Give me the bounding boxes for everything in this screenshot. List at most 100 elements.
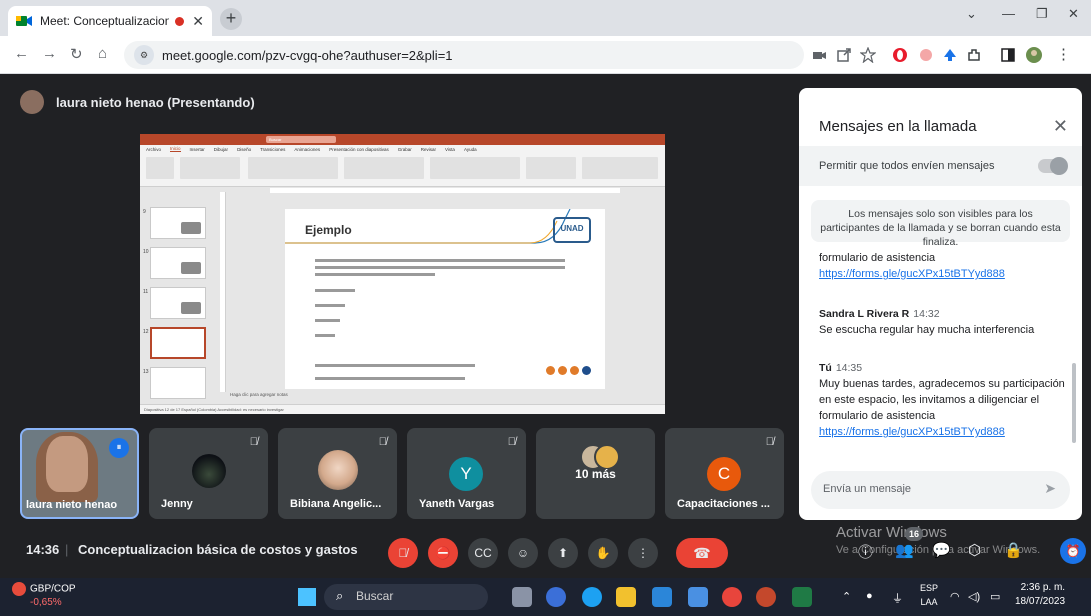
home-icon[interactable]: ⌂: [98, 45, 107, 62]
extensions-puzzle-icon[interactable]: [966, 47, 982, 63]
ribbon-group: [146, 157, 174, 179]
meet-app-icon[interactable]: [546, 587, 566, 607]
slide-text-line: [315, 289, 355, 292]
send-icon[interactable]: ➤: [1044, 480, 1056, 497]
browser-toolbar: ← → ↻ ⌂ ⚙ meet.google.com/pzv-cvgq-ohe?a…: [0, 36, 1091, 74]
mail-icon[interactable]: [688, 587, 708, 607]
slide-text-line: [315, 377, 465, 380]
new-tab-button[interactable]: +: [220, 8, 242, 30]
ppt-menu-item: Animaciones: [294, 146, 321, 152]
chat-scrollbar[interactable]: [1072, 363, 1076, 443]
presenter-name: laura nieto henao (Presentando): [56, 94, 255, 110]
slide-text-line: [315, 304, 345, 307]
camera-toggle-button[interactable]: ⛔: [428, 538, 458, 568]
taskbar-search[interactable]: ⌕ Buscar: [324, 584, 488, 610]
edge-icon[interactable]: [582, 587, 602, 607]
chat-input-placeholder: Envía un mensaje: [823, 483, 912, 495]
windows-start-icon[interactable]: [298, 588, 316, 606]
fx-pair: GBP/COP: [30, 583, 76, 595]
participant-count-badge: 16: [905, 527, 923, 541]
powerpoint-icon[interactable]: [756, 587, 776, 607]
meeting-title: Conceptualizacion básica de costos y gas…: [78, 542, 358, 557]
allow-messages-toggle[interactable]: [1038, 157, 1068, 175]
close-window-button[interactable]: ✕: [1068, 6, 1079, 22]
captions-button[interactable]: CC: [468, 538, 498, 568]
language-indicator[interactable]: ESP LAA: [920, 581, 938, 609]
wifi-icon[interactable]: ◠: [950, 590, 960, 603]
recording-dot-icon: [175, 16, 185, 26]
forward-arrow-icon[interactable]: →: [42, 45, 57, 62]
minimize-button[interactable]: —: [1002, 6, 1015, 21]
excel-icon[interactable]: [792, 587, 812, 607]
chrome-menu-icon[interactable]: ⋮: [1056, 45, 1071, 63]
restore-button[interactable]: ❐: [1036, 6, 1048, 22]
opera-extension-icon[interactable]: [892, 47, 908, 63]
timer-icon[interactable]: ⏰: [1060, 538, 1086, 564]
host-controls-icon[interactable]: 🔒: [1004, 541, 1023, 559]
chat-message: formulario de asistencia https://forms.g…: [819, 250, 1067, 282]
store-icon[interactable]: [652, 587, 672, 607]
address-bar[interactable]: ⚙ meet.google.com/pzv-cvgq-ohe?authuser=…: [124, 41, 804, 69]
info-icon[interactable]: ⓘ: [858, 541, 873, 562]
back-arrow-icon[interactable]: ←: [14, 45, 29, 62]
browser-tab-meet[interactable]: Meet: Conceptualizacion b ✕: [8, 6, 212, 36]
meet-icon: [16, 16, 32, 26]
message-text: formulario de asistencia: [819, 252, 936, 264]
slide-text-line: [315, 266, 565, 269]
activities-icon[interactable]: ⬡: [968, 541, 981, 559]
fx-widget[interactable]: GBP/COP -0,65%: [12, 582, 76, 609]
participant-name: Capacitaciones ...: [677, 498, 770, 510]
close-chat-icon[interactable]: ✕: [1053, 116, 1068, 137]
clock-date: 18/07/2023: [1015, 596, 1066, 607]
unad-logo: UNAD: [553, 217, 591, 243]
tray-app-icon[interactable]: ●: [866, 590, 873, 602]
camera-icon[interactable]: [812, 47, 828, 63]
share-page-icon[interactable]: [836, 47, 852, 63]
bookmark-star-icon[interactable]: [860, 47, 876, 63]
tab-close-icon[interactable]: ✕: [192, 13, 204, 30]
ribbon-group: [430, 157, 520, 179]
participant-tile[interactable]: 🎙̸ Jenny: [149, 428, 268, 519]
participant-tile[interactable]: 🎙̸ Bibiana Angelic...: [278, 428, 397, 519]
more-options-button[interactable]: ⋮: [628, 538, 658, 568]
battery-icon[interactable]: ▭: [990, 590, 1000, 603]
extension-icon[interactable]: [918, 47, 934, 63]
file-explorer-icon[interactable]: [616, 587, 636, 607]
chrome-icon[interactable]: [722, 587, 742, 607]
powerpoint-title-bar: Buscar: [140, 134, 665, 145]
task-view-icon[interactable]: [512, 587, 532, 607]
raise-hand-button[interactable]: ✋: [588, 538, 618, 568]
participant-initial-avatar: C: [707, 457, 741, 491]
tab-search-icon[interactable]: ⌄: [966, 6, 977, 22]
side-panel-icon[interactable]: [1000, 47, 1016, 63]
participant-tile[interactable]: 🎙̸ Y Yaneth Vargas: [407, 428, 526, 519]
chat-message-input[interactable]: Envía un mensaje ➤: [811, 471, 1070, 509]
end-call-button[interactable]: ☎: [676, 538, 728, 568]
tray-chevron-icon[interactable]: ⌃: [842, 590, 851, 603]
extension-arrow-icon[interactable]: [942, 47, 958, 63]
participant-tile[interactable]: 🎙̸ C Capacitaciones ...: [665, 428, 784, 519]
present-button[interactable]: ⬆: [548, 538, 578, 568]
mic-off-icon: 🎙̸: [249, 436, 258, 448]
taskbar-clock[interactable]: 2:36 p. m. 18/07/2023: [1015, 581, 1065, 609]
people-icon[interactable]: 👥: [895, 541, 914, 559]
more-participants-tile[interactable]: 10 más: [536, 428, 655, 519]
reload-icon[interactable]: ↻: [70, 45, 83, 63]
message-link[interactable]: https://forms.gle/gucXPx15tBTYyd888: [819, 424, 1067, 440]
usb-icon[interactable]: ⏚: [892, 590, 903, 606]
site-info-icon[interactable]: ⚙: [134, 45, 154, 65]
mic-toggle-button[interactable]: 🎙̸: [388, 538, 418, 568]
reactions-button[interactable]: ☺: [508, 538, 538, 568]
profile-avatar-icon[interactable]: [1026, 47, 1042, 63]
chat-panel: Mensajes en la llamada ✕ Permitir que to…: [799, 88, 1082, 520]
thumb-number: 9: [143, 209, 146, 215]
participant-tile-self[interactable]: ⏸ laura nieto henao: [20, 428, 139, 519]
presenter-avatar: [20, 90, 44, 114]
keyboard-layout: LAA: [920, 597, 938, 607]
slide-text-line: [315, 273, 435, 276]
chat-icon[interactable]: 💬: [932, 541, 951, 559]
participant-avatar: [318, 450, 358, 490]
volume-icon[interactable]: ◁): [968, 590, 980, 603]
chat-message: Sandra L Rivera R 14:32 Se escucha regula…: [819, 306, 1067, 338]
message-link[interactable]: https://forms.gle/gucXPx15tBTYyd888: [819, 266, 1067, 282]
